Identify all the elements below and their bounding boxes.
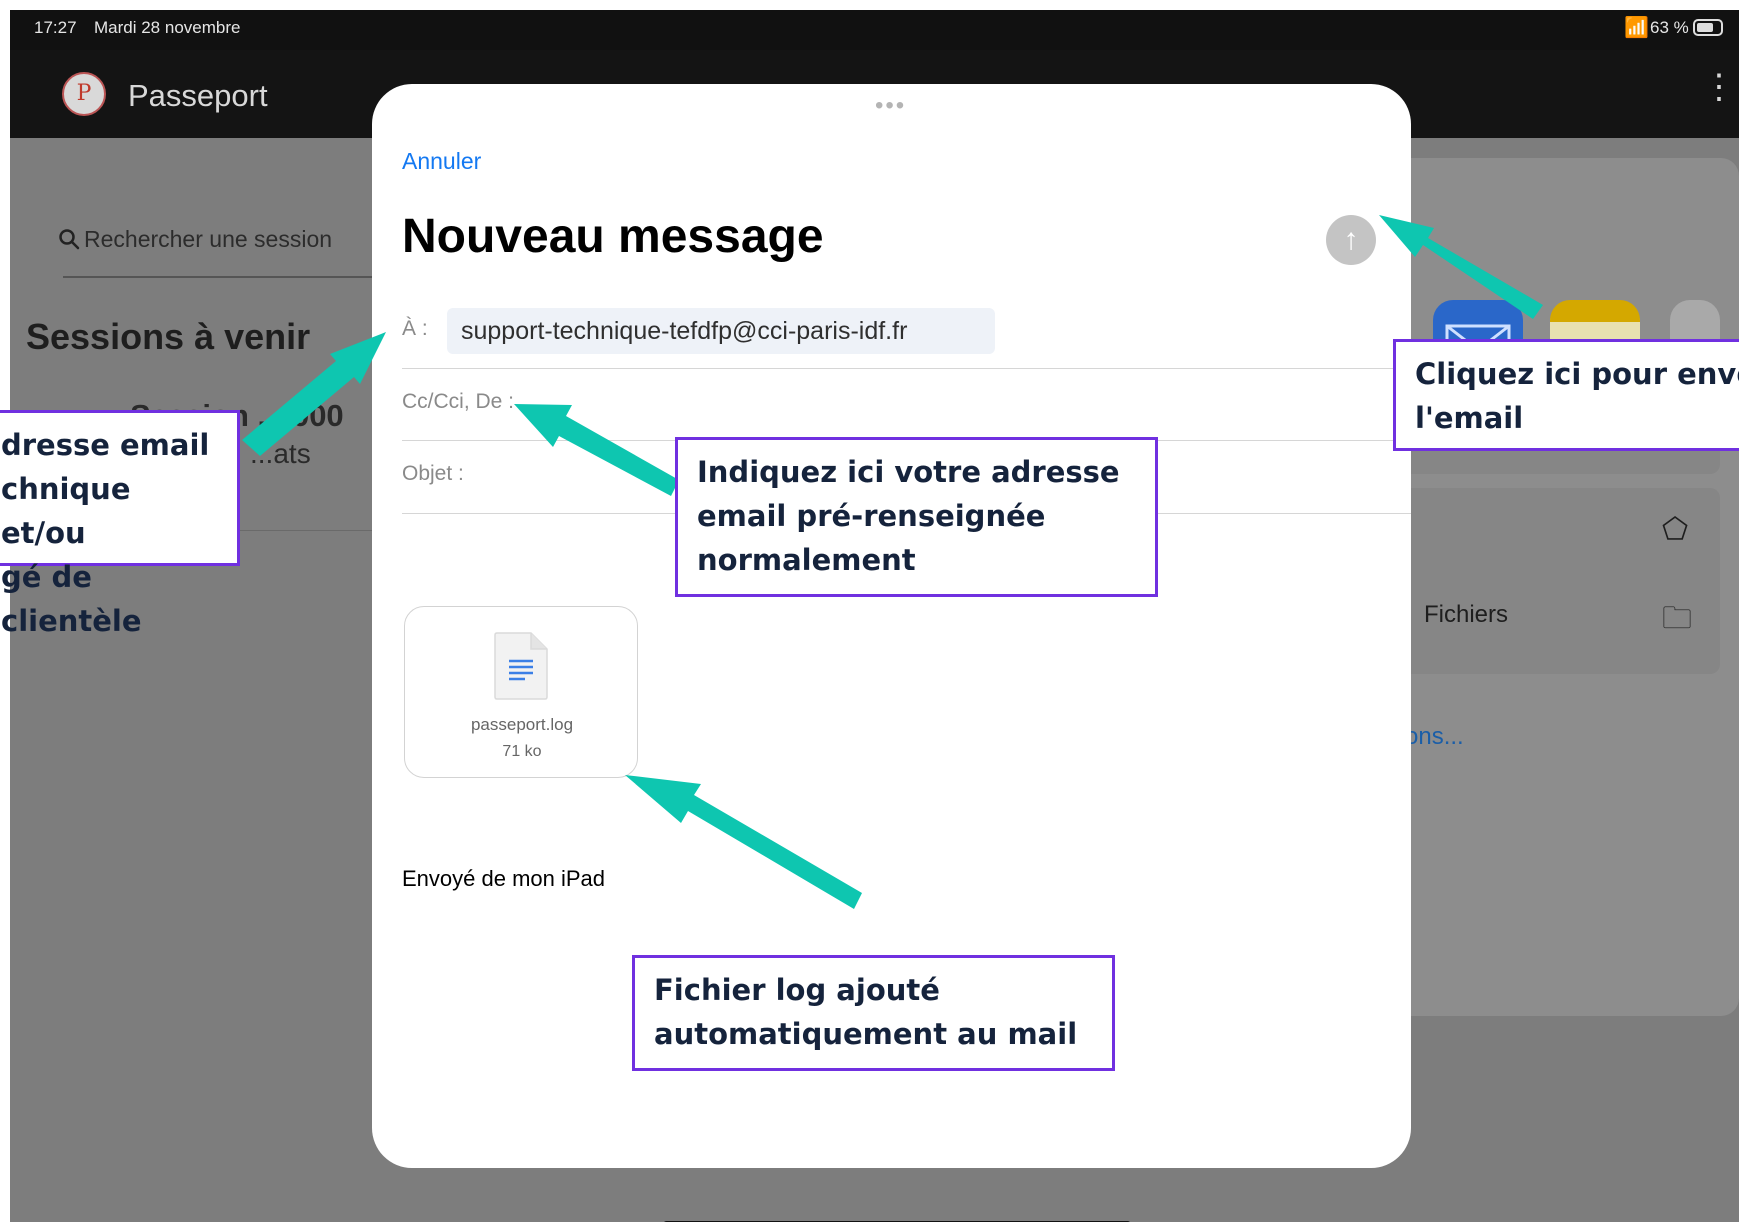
- callout-recipient-line: dresse email: [1, 428, 210, 462]
- arrow-to-cc-field: [514, 404, 679, 496]
- callout-attachment: Fichier log ajouté automatiquement au ma…: [632, 955, 1115, 1071]
- callout-send-line: l'email: [1415, 401, 1524, 435]
- callout-recipient-line: chnique et/ou: [1, 472, 131, 550]
- callout-send-line: Cliquez ici pour envoy: [1415, 357, 1739, 391]
- callout-send: Cliquez ici pour envoy l'email: [1393, 339, 1739, 451]
- arrow-to-attachment: [625, 775, 862, 909]
- arrow-to-recipient: [242, 332, 386, 456]
- callout-from-line: normalement: [697, 543, 916, 577]
- arrow-to-send: [1379, 215, 1543, 319]
- callout-from-line: Indiquez ici votre adresse: [697, 455, 1120, 489]
- callout-attachment-line: automatiquement au mail: [654, 1017, 1078, 1051]
- callout-from-line: email pré-renseignée: [697, 499, 1046, 533]
- callout-recipient-line: gé de clientèle: [1, 560, 142, 638]
- callout-attachment-line: Fichier log ajouté: [654, 973, 940, 1007]
- callout-from-address: Indiquez ici votre adresse email pré-ren…: [675, 437, 1158, 597]
- callout-recipient: dresse email chnique et/ou gé de clientè…: [0, 410, 240, 638]
